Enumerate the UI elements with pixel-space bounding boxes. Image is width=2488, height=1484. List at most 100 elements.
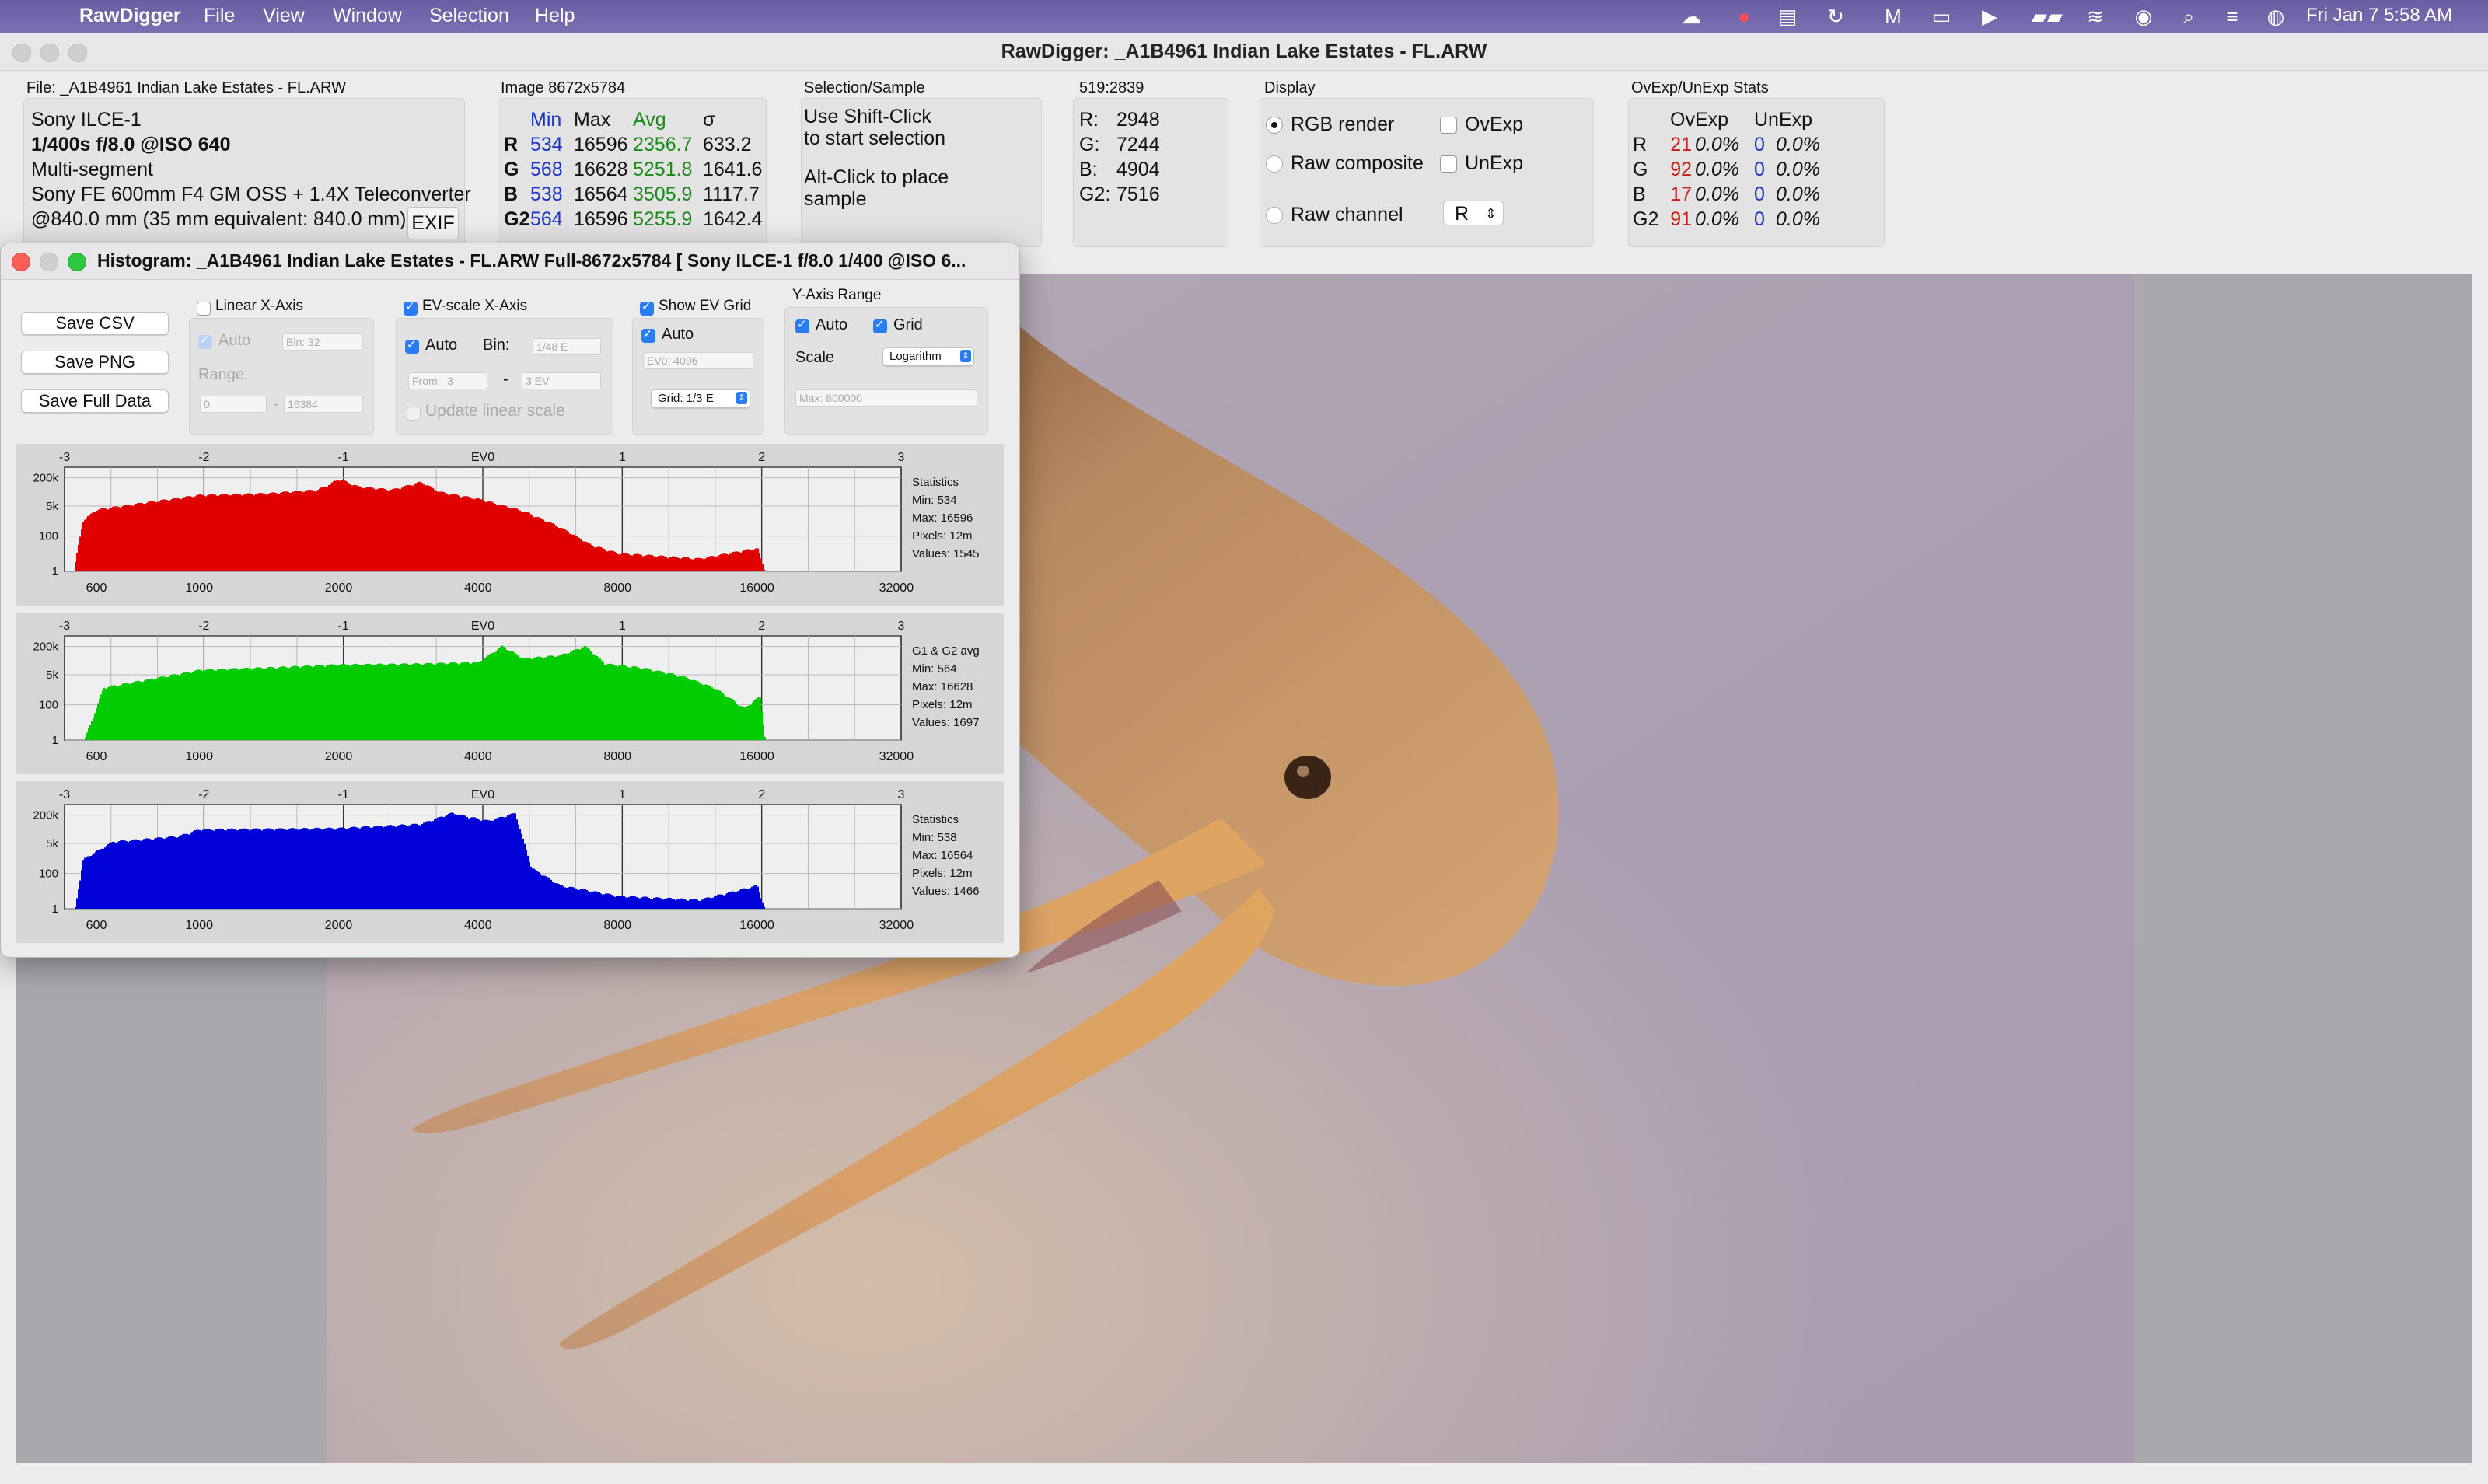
show-ev-grid-checkbox[interactable] bbox=[640, 299, 654, 316]
hist-minimize-button[interactable] bbox=[40, 253, 58, 271]
histogram-bar bbox=[338, 665, 340, 740]
histogram-bar bbox=[137, 503, 138, 571]
y-max-field[interactable]: Max: 800000 bbox=[795, 389, 977, 407]
linear-x-checkbox[interactable] bbox=[197, 302, 211, 316]
rgb-render-radio[interactable] bbox=[1266, 117, 1283, 134]
histogram-bar bbox=[456, 815, 457, 909]
unexp-checkbox[interactable] bbox=[1440, 155, 1457, 173]
histogram-bar bbox=[506, 650, 508, 740]
ev-grid-auto-checkbox[interactable] bbox=[641, 326, 655, 343]
histogram-bar bbox=[729, 553, 731, 571]
histogram-bar bbox=[231, 668, 232, 740]
histogram-bar bbox=[416, 663, 418, 740]
histogram-bar bbox=[487, 501, 488, 571]
menu-app[interactable]: RawDigger bbox=[79, 5, 181, 27]
ev-scale-checkbox[interactable] bbox=[404, 299, 418, 316]
window-icon[interactable]: ▭ bbox=[1930, 5, 1953, 28]
ev-from-field[interactable]: From: -3 bbox=[408, 372, 487, 389]
control-center-icon[interactable]: ≡ bbox=[2221, 5, 2244, 28]
menu-selection[interactable]: Selection bbox=[429, 5, 509, 27]
user-icon[interactable]: ◉ bbox=[2132, 5, 2155, 28]
ovexp-checkbox[interactable] bbox=[1440, 117, 1457, 134]
histogram-bar bbox=[484, 819, 485, 909]
histogram-svg-green[interactable]: -3 -2 -1 EV0 1 2 3600 1000 2000 4000 8000 16000 3200… bbox=[16, 613, 1004, 774]
menu-help[interactable]: Help bbox=[535, 5, 575, 27]
save-full-data-button[interactable]: Save Full Data bbox=[21, 389, 169, 413]
histogram-bar bbox=[363, 664, 365, 740]
save-csv-button[interactable]: Save CSV bbox=[21, 312, 169, 335]
search-icon[interactable]: ⌕ bbox=[2177, 5, 2200, 28]
siri-icon[interactable]: ◍ bbox=[2264, 5, 2287, 28]
histogram-bar bbox=[364, 826, 365, 909]
scale-select[interactable]: Logarithm ⇕ bbox=[882, 347, 974, 366]
wifi-icon[interactable]: ≋ bbox=[2084, 5, 2107, 28]
update-linear-checkbox[interactable] bbox=[407, 407, 421, 421]
histogram-bar bbox=[118, 841, 120, 909]
record-icon[interactable]: ● bbox=[1732, 5, 1756, 28]
range-to-field[interactable]: 16384 bbox=[284, 396, 363, 413]
y-grid-checkbox[interactable] bbox=[873, 317, 887, 333]
histogram-bar bbox=[222, 494, 224, 571]
exif-button[interactable]: EXIF bbox=[407, 207, 459, 239]
channel-select[interactable]: R ⇕ bbox=[1443, 201, 1504, 225]
linear-auto-checkbox[interactable] bbox=[198, 333, 212, 349]
histogram-bar bbox=[415, 483, 417, 571]
histogram-chart-blue: -3 -2 -1 EV0 1 2 3 600 1000 2000 4000 8000 16000 3200… bbox=[16, 781, 1004, 943]
refresh-icon[interactable]: ↻ bbox=[1824, 5, 1847, 28]
ev-to-field[interactable]: 3 EV bbox=[522, 372, 601, 389]
battery-icon[interactable]: ▰▰ bbox=[2028, 5, 2067, 28]
histogram-bar bbox=[519, 829, 521, 909]
histogram-bar bbox=[266, 494, 267, 571]
creative-cloud-icon[interactable]: ☁ bbox=[1679, 5, 1703, 28]
histogram-bar bbox=[196, 495, 197, 571]
histogram-bar bbox=[194, 496, 196, 571]
histogram-bar bbox=[294, 491, 295, 571]
histogram-bar bbox=[233, 494, 235, 571]
grid-select[interactable]: Grid: 1/3 E ⇕ bbox=[651, 389, 750, 408]
histogram-bar bbox=[124, 683, 125, 740]
ev-scale-label: EV-scale X-Axis bbox=[422, 298, 528, 314]
histogram-bar bbox=[676, 676, 677, 740]
hist-zoom-button[interactable] bbox=[68, 253, 86, 271]
malwarebytes-icon[interactable]: M bbox=[1882, 5, 1905, 28]
raw-composite-radio[interactable] bbox=[1266, 155, 1283, 173]
ev-bin-field[interactable]: 1/48 E bbox=[533, 338, 601, 355]
hist-close-button[interactable] bbox=[12, 253, 30, 271]
histogram-bar bbox=[507, 815, 508, 909]
histogram-bar bbox=[166, 837, 168, 909]
play-icon[interactable]: ▶ bbox=[1978, 5, 2001, 28]
histogram-bar bbox=[736, 551, 737, 571]
histogram-bar bbox=[481, 660, 483, 740]
histogram-bar bbox=[579, 649, 581, 740]
film-icon[interactable]: ▤ bbox=[1776, 5, 1799, 28]
histogram-bar bbox=[551, 655, 553, 740]
histogram-bar bbox=[197, 669, 198, 740]
histogram-bar bbox=[144, 680, 145, 740]
x-tick-label: 4000 bbox=[464, 919, 492, 932]
histogram-bar bbox=[693, 679, 694, 740]
histogram-svg-red[interactable]: -3 -2 -1 EV0 1 2 3600 1000 2000 4000 8000 16000 3200… bbox=[16, 444, 1004, 606]
histogram-bar bbox=[111, 685, 113, 740]
histogram-bar bbox=[407, 484, 409, 571]
histogram-bar bbox=[390, 825, 392, 909]
menu-window[interactable]: Window bbox=[333, 5, 402, 27]
ev-auto-checkbox[interactable] bbox=[405, 337, 419, 354]
histogram-bar bbox=[211, 669, 212, 740]
menu-file[interactable]: File bbox=[204, 5, 235, 27]
raw-channel-radio[interactable] bbox=[1266, 207, 1283, 224]
ev0-field[interactable]: EV0: 4096 bbox=[643, 352, 753, 369]
histogram-bar bbox=[446, 664, 447, 740]
chevron-updown-icon: ⇕ bbox=[1484, 206, 1497, 222]
linear-bin-field[interactable]: Bin: 32 bbox=[282, 333, 363, 351]
histogram-bar bbox=[271, 666, 273, 740]
y-auto-checkbox[interactable] bbox=[795, 317, 809, 333]
histogram-bar bbox=[726, 553, 728, 571]
range-from-field[interactable]: 0 bbox=[200, 396, 267, 413]
histogram-bar bbox=[157, 837, 159, 909]
menu-clock[interactable]: Fri Jan 7 5:58 AM bbox=[2306, 5, 2452, 26]
save-png-button[interactable]: Save PNG bbox=[21, 351, 169, 374]
histogram-bar bbox=[460, 814, 462, 909]
histogram-svg-blue[interactable]: -3 -2 -1 EV0 1 2 3600 1000 2000 4000 8000 16000 3200… bbox=[16, 781, 1004, 943]
menu-view[interactable]: View bbox=[263, 5, 305, 27]
histogram-bar bbox=[246, 829, 247, 909]
